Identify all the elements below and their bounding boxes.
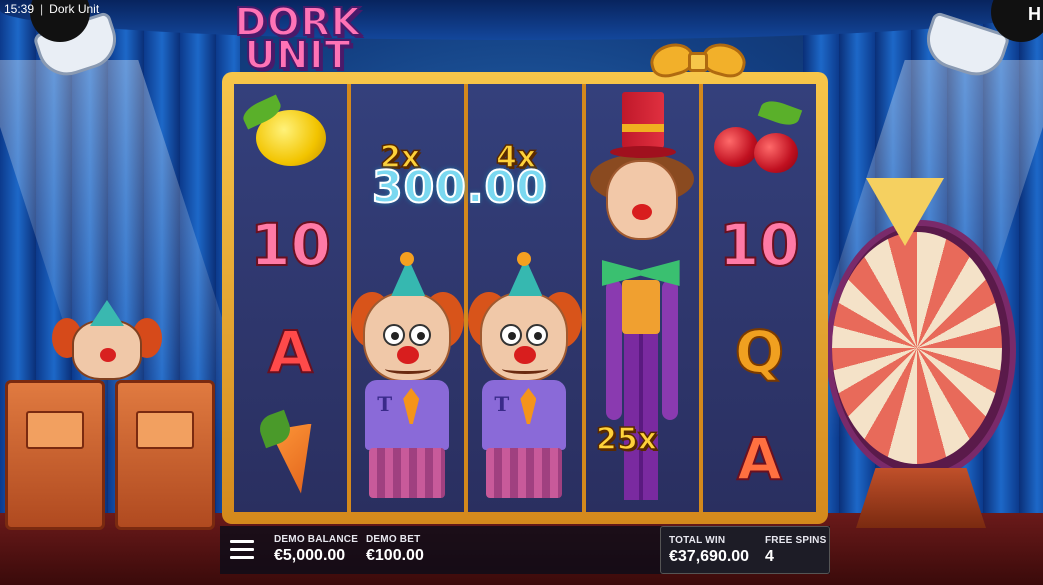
reel-5: 10 Q A <box>702 84 817 512</box>
reel-1: 10 A <box>234 84 348 512</box>
win-panel: TOTAL WIN €37,690.00 FREE SPINS 4 <box>660 526 830 574</box>
bet-label: DEMO BET <box>366 534 421 545</box>
host-clown <box>52 300 162 390</box>
symbol-clown: T <box>351 252 465 512</box>
total-win: TOTAL WIN €37,690.00 <box>669 535 749 566</box>
symbol-q: Q <box>703 298 816 405</box>
total-win-label: TOTAL WIN <box>669 535 726 546</box>
symbol-carrot <box>234 405 347 512</box>
shirt-letter: T <box>377 392 393 416</box>
shirt-letter: T <box>494 392 510 416</box>
corner-mark: H <box>1028 4 1041 24</box>
game-show-desk <box>115 380 215 530</box>
free-spins-value: 4 <box>765 548 774 565</box>
symbol-label: Q <box>734 317 785 387</box>
logo-line-2: UNIT <box>244 33 352 78</box>
multiplier-reel-4: 25x <box>595 421 658 458</box>
status-separator: | <box>40 2 44 16</box>
bet-value: €100.00 <box>366 547 424 564</box>
balance-value: €5,000.00 <box>274 547 346 564</box>
symbol-label: A <box>267 317 314 387</box>
balance-label: DEMO BALANCE <box>274 534 359 545</box>
bottom-bar: DEMO BALANCE €5,000.00 DEMO BET €100.00 … <box>220 526 830 574</box>
lemon-icon <box>239 93 326 166</box>
free-spins-label: FREE SPINS <box>765 535 827 546</box>
symbol-ten: 10 <box>703 191 816 298</box>
symbol-label: 10 <box>718 210 801 280</box>
demo-bet: DEMO BET €100.00 <box>366 534 424 565</box>
cherries-icon <box>714 96 804 173</box>
prize-wheel <box>832 232 1002 464</box>
symbol-clown: T <box>468 252 582 512</box>
game-show-desk <box>5 380 105 530</box>
win-amount: 300.00 <box>371 161 548 214</box>
symbol-a: A <box>234 298 347 405</box>
status-bar: 15:39 | Dork Unit <box>0 0 1043 18</box>
symbol-ten: 10 <box>234 191 347 298</box>
wheel-base <box>856 468 986 528</box>
free-spins: FREE SPINS 4 <box>765 535 826 566</box>
symbol-cherries <box>703 84 816 191</box>
demo-balance: DEMO BALANCE €5,000.00 <box>274 534 358 565</box>
game-stage: H 15:39 | Dork Unit DORK UNIT 10 A T T 1… <box>0 0 1043 585</box>
carrot-icon <box>255 409 326 504</box>
gift-bow-icon <box>646 38 750 82</box>
symbol-label: A <box>736 424 783 494</box>
symbol-a: A <box>703 405 816 512</box>
status-time: 15:39 <box>4 2 35 16</box>
menu-hamburger-icon[interactable] <box>230 540 254 560</box>
app-title: Dork Unit <box>49 2 100 16</box>
total-win-value: €37,690.00 <box>669 548 750 565</box>
symbol-lemon <box>234 84 347 191</box>
symbol-label: 10 <box>249 210 332 280</box>
